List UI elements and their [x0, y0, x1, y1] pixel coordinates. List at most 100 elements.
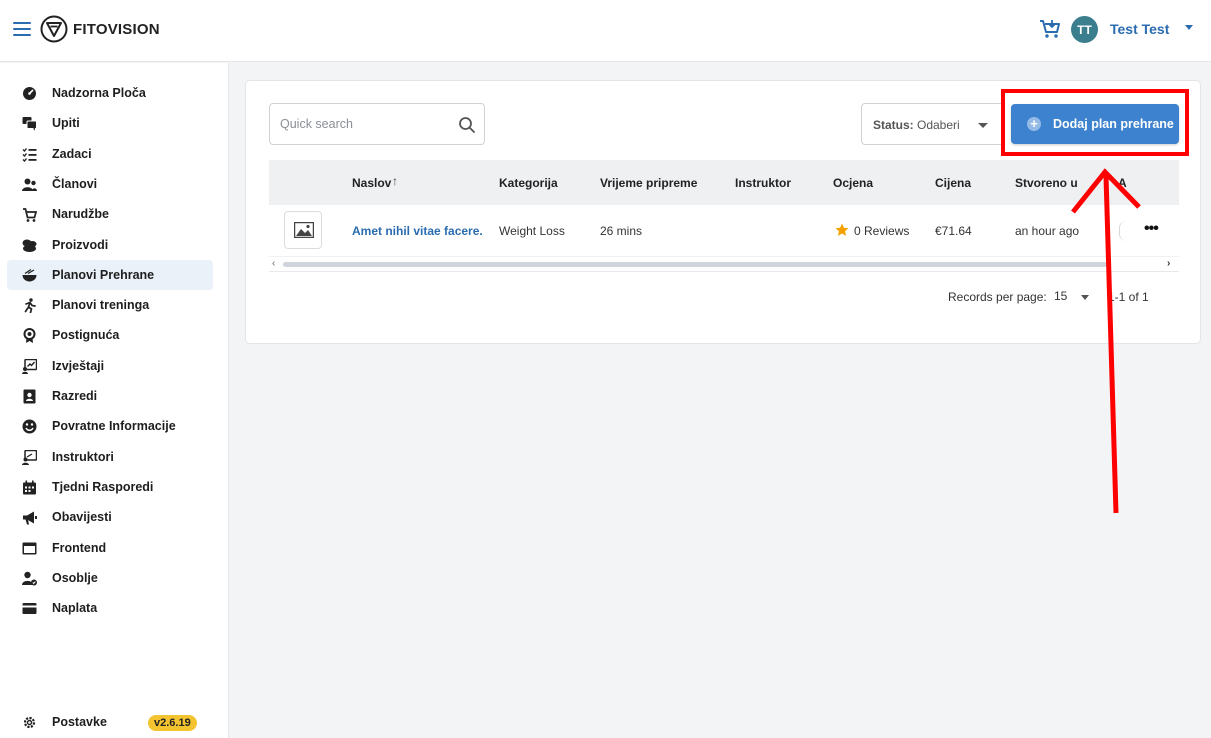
award-icon [23, 328, 36, 343]
sidebar-item-label: Zadaci [52, 147, 92, 161]
running-icon [24, 298, 36, 313]
sidebar-item-label: Osoblje [52, 571, 98, 585]
sidebar-item-label: Narudžbe [52, 207, 109, 221]
products-icon [22, 239, 37, 252]
meal-plan-title-link[interactable]: Amet nihil vitae facere. [352, 224, 483, 238]
sidebar-item-label: Proizvodi [52, 238, 109, 252]
column-header-instructor[interactable]: Instruktor [735, 176, 791, 190]
records-per-page-label: Records per page: [948, 290, 1047, 304]
dashboard-icon [23, 87, 36, 100]
menu-icon[interactable] [13, 22, 31, 36]
thumbnail[interactable] [284, 211, 322, 249]
created-cell: an hour ago [1015, 224, 1080, 238]
sidebar-item-label: Tjedni Rasporedi [52, 480, 154, 494]
scrollbar-thumb[interactable] [283, 262, 1107, 267]
divider [269, 271, 1179, 272]
sort-ascending-icon[interactable]: ↑ [392, 174, 398, 188]
sidebar-item-tasks[interactable]: Zadaci [7, 139, 213, 169]
sidebar-item-settings[interactable]: Postavke v2.6.19 [7, 707, 213, 737]
chevron-down-icon [978, 123, 988, 128]
sidebar-item-window[interactable]: Frontend [7, 533, 213, 563]
sidebar-item-chat[interactable]: Upiti [7, 108, 213, 138]
sidebar-item-label: Obavijesti [52, 510, 112, 524]
sidebar-item-products[interactable]: Proizvodi [7, 230, 213, 260]
avatar[interactable]: TT [1071, 16, 1098, 43]
rating-cell: 0 Reviews [854, 224, 910, 238]
food-bowl-icon [22, 268, 37, 282]
members-icon [22, 178, 37, 191]
sidebar-item-food-bowl[interactable]: Planovi Prehrane [7, 260, 213, 290]
sidebar-item-label: Povratne Informacije [52, 419, 176, 433]
sidebar-item-label: Planovi Prehrane [52, 268, 155, 282]
sidebar-item-label: Članovi [52, 177, 98, 191]
image-icon [294, 222, 314, 238]
gear-icon [23, 716, 36, 729]
column-header-title[interactable]: Naslov [352, 176, 391, 190]
instructor-icon [22, 450, 37, 465]
sidebar-item-label: Nadzorna Ploča [52, 86, 146, 100]
column-header-prep-time[interactable]: Vrijeme pripreme [600, 176, 697, 190]
user-name[interactable]: Test Test [1110, 21, 1169, 37]
cart-icon[interactable] [1038, 17, 1062, 41]
logo[interactable]: FITOVISION [40, 15, 160, 43]
horizontal-scrollbar[interactable]: ‹ › [269, 257, 1179, 271]
chevron-down-icon[interactable] [1081, 295, 1089, 300]
sidebar-item-label: Naplata [52, 601, 98, 615]
column-header-created[interactable]: Stvoreno u [1015, 176, 1078, 190]
report-icon [22, 359, 37, 374]
class-icon [23, 389, 36, 404]
sidebar-item-staff[interactable]: Osoblje [7, 563, 213, 593]
sidebar-item-cart[interactable]: Narudžbe [7, 199, 213, 229]
status-label: Status: [873, 118, 914, 132]
sidebar-item-calendar[interactable]: Tjedni Rasporedi [7, 472, 213, 502]
sidebar-item-class[interactable]: Razredi [7, 381, 213, 411]
sidebar-item-report[interactable]: Izvještaji [7, 351, 213, 381]
fitovision-logo-icon [40, 15, 68, 43]
sidebar-item-label: Izvještaji [52, 359, 105, 373]
column-header-actions[interactable]: A [1118, 176, 1127, 190]
status-select[interactable]: Status: Odaberi [861, 103, 1005, 145]
sidebar-item-instructor[interactable]: Instruktori [7, 442, 213, 472]
sidebar-item-running[interactable]: Planovi treninga [7, 290, 213, 320]
version-badge: v2.6.19 [148, 715, 197, 731]
sidebar-item-dashboard[interactable]: Nadzorna Ploča [7, 78, 213, 108]
sidebar-item-award[interactable]: Postignuća [7, 320, 213, 350]
settings-label: Postavke [52, 715, 107, 729]
column-header-rating[interactable]: Ocjena [833, 176, 873, 190]
sidebar-item-label: Instruktori [52, 450, 114, 464]
sidebar-item-label: Razredi [52, 389, 98, 403]
scroll-left-icon[interactable]: ‹ [272, 258, 275, 269]
star-icon [835, 223, 849, 236]
price-cell: €71.64 [935, 224, 972, 238]
window-icon [22, 542, 37, 555]
more-actions-icon[interactable]: ••• [1144, 220, 1159, 238]
sidebar-item-label: Upiti [52, 116, 80, 130]
table-header: Naslov ↑ Kategorija Vrijeme pripreme Ins… [269, 160, 1179, 205]
scroll-right-icon[interactable]: › [1167, 258, 1170, 269]
pagination-range: 1-1 of 1 [1108, 290, 1149, 304]
sidebar-item-megaphone[interactable]: Obavijesti [7, 502, 213, 532]
prep-time-cell: 26 mins [600, 224, 643, 238]
chat-icon [22, 117, 37, 131]
records-per-page-select[interactable]: 15 [1054, 289, 1067, 303]
status-value: Odaberi [917, 118, 960, 132]
credit-card-icon [22, 603, 37, 614]
column-header-category[interactable]: Kategorija [499, 176, 558, 190]
staff-icon [22, 571, 37, 586]
sidebar-item-members[interactable]: Članovi [7, 169, 213, 199]
column-header-price[interactable]: Cijena [935, 176, 971, 190]
sidebar: Nadzorna Ploča Upiti Zadaci Članovi Narudžbe… [0, 63, 229, 738]
calendar-icon [23, 480, 36, 495]
chevron-down-icon[interactable] [1185, 25, 1193, 30]
cart-icon [23, 208, 37, 222]
highlight-box [1001, 89, 1189, 156]
search-icon[interactable] [458, 116, 476, 134]
tasks-icon [22, 148, 37, 162]
sidebar-item-smiley[interactable]: Povratne Informacije [7, 411, 213, 441]
status-toggle[interactable] [1119, 221, 1133, 241]
search-input[interactable] [270, 104, 450, 144]
sidebar-item-label: Postignuća [52, 328, 120, 342]
sidebar-item-label: Frontend [52, 541, 107, 555]
sidebar-item-credit-card[interactable]: Naplata [7, 593, 213, 623]
top-bar: FITOVISION TT Test Test [0, 0, 1211, 62]
